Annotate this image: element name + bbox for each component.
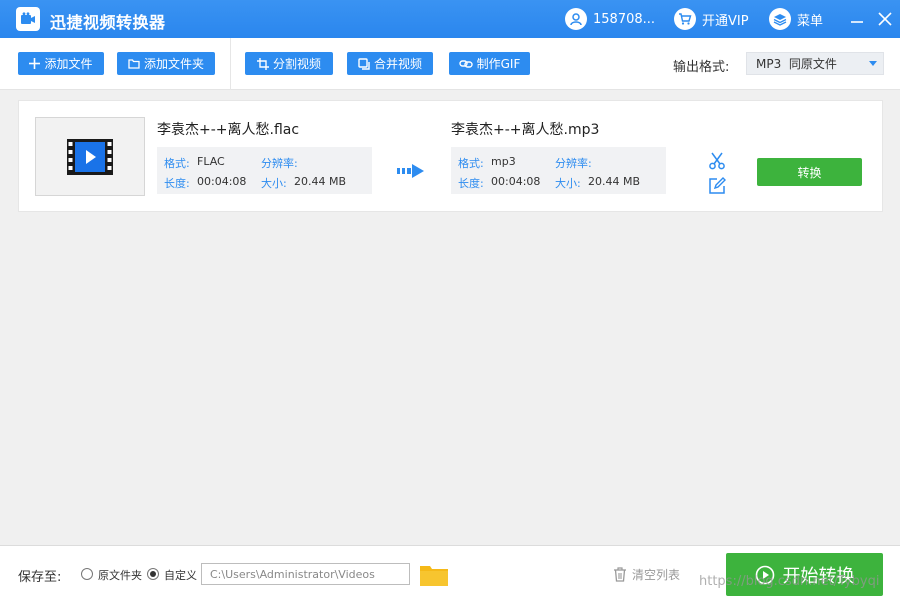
app-title: 迅捷视频转换器: [50, 13, 166, 32]
video-thumbnail: [35, 117, 145, 196]
make-gif-button[interactable]: 制作GIF: [449, 52, 530, 75]
output-format-select[interactable]: MP3 同原文件: [746, 52, 884, 75]
crop-icon: [256, 57, 269, 70]
clear-list-button[interactable]: 清空列表: [613, 566, 680, 583]
radio-custom-folder-label[interactable]: 自定义: [164, 567, 197, 583]
trash-icon: [614, 567, 626, 582]
radio-custom-folder[interactable]: [147, 568, 159, 580]
minimize-icon: [851, 21, 863, 23]
merge-video-label: 合并视频: [373, 57, 422, 71]
split-video-button[interactable]: 分割视频: [245, 52, 333, 75]
clear-list-label: 清空列表: [632, 568, 681, 582]
source-format-value: FLAC: [197, 155, 225, 168]
file-item-card: 李袁杰+-+离人愁.flac 格式: FLAC 分辨率: 长度: 00:04:0…: [18, 100, 883, 212]
add-folder-label: 添加文件夹: [143, 57, 204, 71]
save-to-label: 保存至:: [18, 570, 62, 585]
target-duration-label: 长度:: [458, 177, 484, 190]
source-file-name: 李袁杰+-+离人愁.flac: [157, 122, 300, 138]
user-label: 158708...: [593, 11, 656, 27]
convert-button[interactable]: 转换: [757, 158, 862, 186]
toolbar: 添加文件 添加文件夹 分割视频 合并视频 制作GIF 输出格式: MP3 同原文…: [0, 38, 900, 90]
vip-button[interactable]: 开通VIP: [674, 8, 749, 30]
menu-label: 菜单: [797, 13, 824, 29]
source-format-label: 格式:: [164, 157, 190, 170]
target-size-label: 大小:: [555, 177, 581, 190]
target-resolution-label: 分辨率:: [555, 157, 592, 170]
target-file-name: 李袁杰+-+离人愁.mp3: [451, 122, 600, 138]
vip-label: 开通VIP: [702, 13, 749, 29]
add-file-label: 添加文件: [44, 57, 93, 71]
target-size-value: 20.44 MB: [588, 175, 641, 188]
save-path-input[interactable]: [201, 563, 410, 585]
source-info-box: 格式: FLAC 分辨率: 长度: 00:04:08 大小: 20.44 MB: [157, 147, 372, 194]
target-format-value: mp3: [491, 155, 516, 168]
minimize-button[interactable]: [845, 7, 869, 31]
add-folder-button[interactable]: 添加文件夹: [117, 52, 215, 75]
output-format-label: 输出格式:: [673, 60, 730, 75]
make-gif-label: 制作GIF: [476, 57, 521, 71]
source-duration-label: 长度:: [164, 177, 190, 190]
user-icon: [565, 8, 587, 30]
toolbar-divider: [230, 38, 231, 90]
menu-button[interactable]: 菜单: [769, 8, 823, 30]
title-bar: 迅捷视频转换器 158708... 开通VIP 菜单: [0, 0, 900, 38]
layers-icon: [769, 8, 791, 30]
cart-icon: [674, 8, 696, 30]
user-account[interactable]: 158708...: [565, 8, 655, 30]
split-video-label: 分割视频: [272, 57, 321, 71]
source-duration-value: 00:04:08: [197, 175, 247, 188]
source-size-label: 大小:: [261, 177, 287, 190]
footer-bar: 保存至: 原文件夹 自定义 清空列表 开始转换 https://blog.csd…: [0, 545, 900, 602]
close-button[interactable]: [873, 7, 897, 31]
source-size-value: 20.44 MB: [294, 175, 347, 188]
browse-folder-icon[interactable]: [419, 563, 449, 587]
scissors-icon[interactable]: [708, 152, 726, 170]
chevron-down-icon: [869, 61, 877, 66]
merge-icon: [358, 57, 370, 70]
source-resolution-label: 分辨率:: [261, 157, 298, 170]
output-format-value: MP3 同原文件: [756, 57, 837, 71]
add-file-button[interactable]: 添加文件: [18, 52, 104, 75]
convert-arrow-icon: [397, 164, 424, 178]
merge-video-button[interactable]: 合并视频: [347, 52, 433, 75]
target-format-label: 格式:: [458, 157, 484, 170]
folder-icon: [128, 59, 140, 69]
target-info-box: 格式: mp3 分辨率: 长度: 00:04:08 大小: 20.44 MB: [451, 147, 666, 194]
app-logo-icon: [16, 7, 40, 31]
radio-original-folder[interactable]: [81, 568, 93, 580]
edit-icon[interactable]: [708, 177, 726, 195]
plus-icon: [29, 58, 41, 69]
watermark-text: https://blog.csdn.net/Tybyqi: [699, 574, 880, 589]
radio-original-folder-label[interactable]: 原文件夹: [98, 567, 142, 583]
target-duration-value: 00:04:08: [491, 175, 541, 188]
video-file-icon: [67, 138, 113, 175]
link-icon: [458, 59, 473, 68]
close-icon: [878, 12, 892, 26]
